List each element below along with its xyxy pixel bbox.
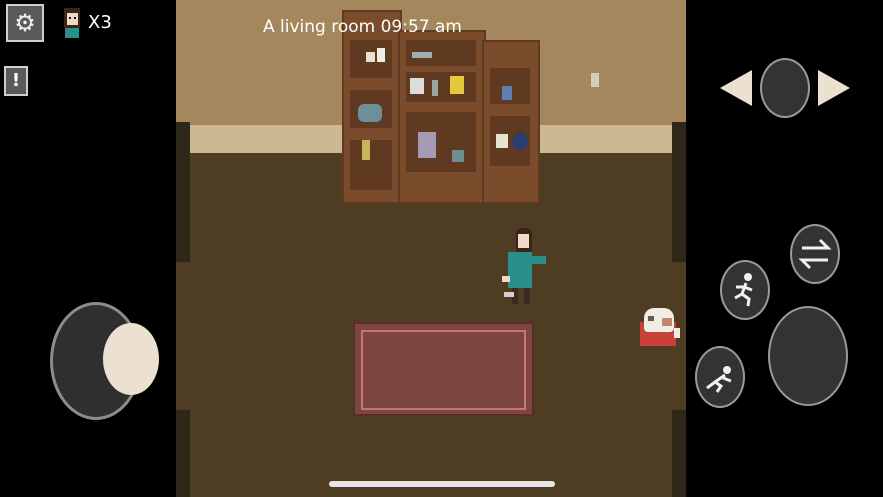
- joystick-knob[interactable]: [103, 323, 159, 395]
- running-person-icon: [734, 273, 753, 307]
- candle-icon: [362, 140, 370, 160]
- arrow-left-icon: [720, 70, 752, 106]
- arrow-right-icon: [818, 70, 850, 106]
- shelf-item: [410, 78, 424, 94]
- inventory-item-button[interactable]: [760, 58, 810, 118]
- exclamation-icon: !: [11, 70, 21, 91]
- prev-item-button[interactable]: [718, 68, 754, 108]
- left-door-frame-upper: [176, 122, 190, 262]
- game-viewport[interactable]: [176, 0, 686, 497]
- bookshelf-left: [342, 10, 402, 204]
- shelf-item: [377, 48, 385, 62]
- shelf-item: [432, 80, 438, 96]
- player-character: [498, 226, 548, 322]
- light-switch: [590, 72, 600, 88]
- location-time-label: A living room 09:57 am: [263, 17, 462, 37]
- shelf-item: [366, 52, 375, 62]
- left-door-frame-lower: [176, 410, 190, 497]
- swap-arrows-icon: [798, 238, 832, 270]
- right-door-frame-lower: [672, 410, 686, 497]
- player-portrait: [60, 6, 84, 40]
- cat-in-basket[interactable]: [638, 306, 682, 348]
- bowling-ball-icon: [512, 132, 528, 150]
- shelf-item: [412, 52, 432, 58]
- next-item-button[interactable]: [816, 68, 852, 108]
- run-button[interactable]: [720, 260, 770, 320]
- crouching-person-icon: [706, 366, 732, 393]
- bookshelf-right: [482, 40, 540, 204]
- home-indicator[interactable]: [329, 481, 555, 487]
- crouch-button[interactable]: [695, 346, 745, 408]
- gear-icon: ⚙: [14, 9, 36, 37]
- blue-vase-icon: [358, 104, 382, 122]
- girl-portrait-icon: [64, 8, 80, 38]
- rug: [353, 322, 534, 416]
- shelf-item: [502, 86, 512, 100]
- shelf-item: [496, 134, 508, 148]
- trophy-icon: [450, 76, 464, 94]
- settings-button[interactable]: ⚙: [6, 4, 44, 42]
- shelf-item: [452, 150, 464, 162]
- bookshelf-center: [398, 30, 486, 204]
- swap-button[interactable]: [790, 224, 840, 284]
- lives-counter: X3: [88, 12, 112, 33]
- action-button[interactable]: [768, 306, 848, 406]
- picture-frame: [418, 132, 436, 158]
- right-door-frame-upper: [672, 122, 686, 262]
- alert-button[interactable]: !: [4, 66, 28, 96]
